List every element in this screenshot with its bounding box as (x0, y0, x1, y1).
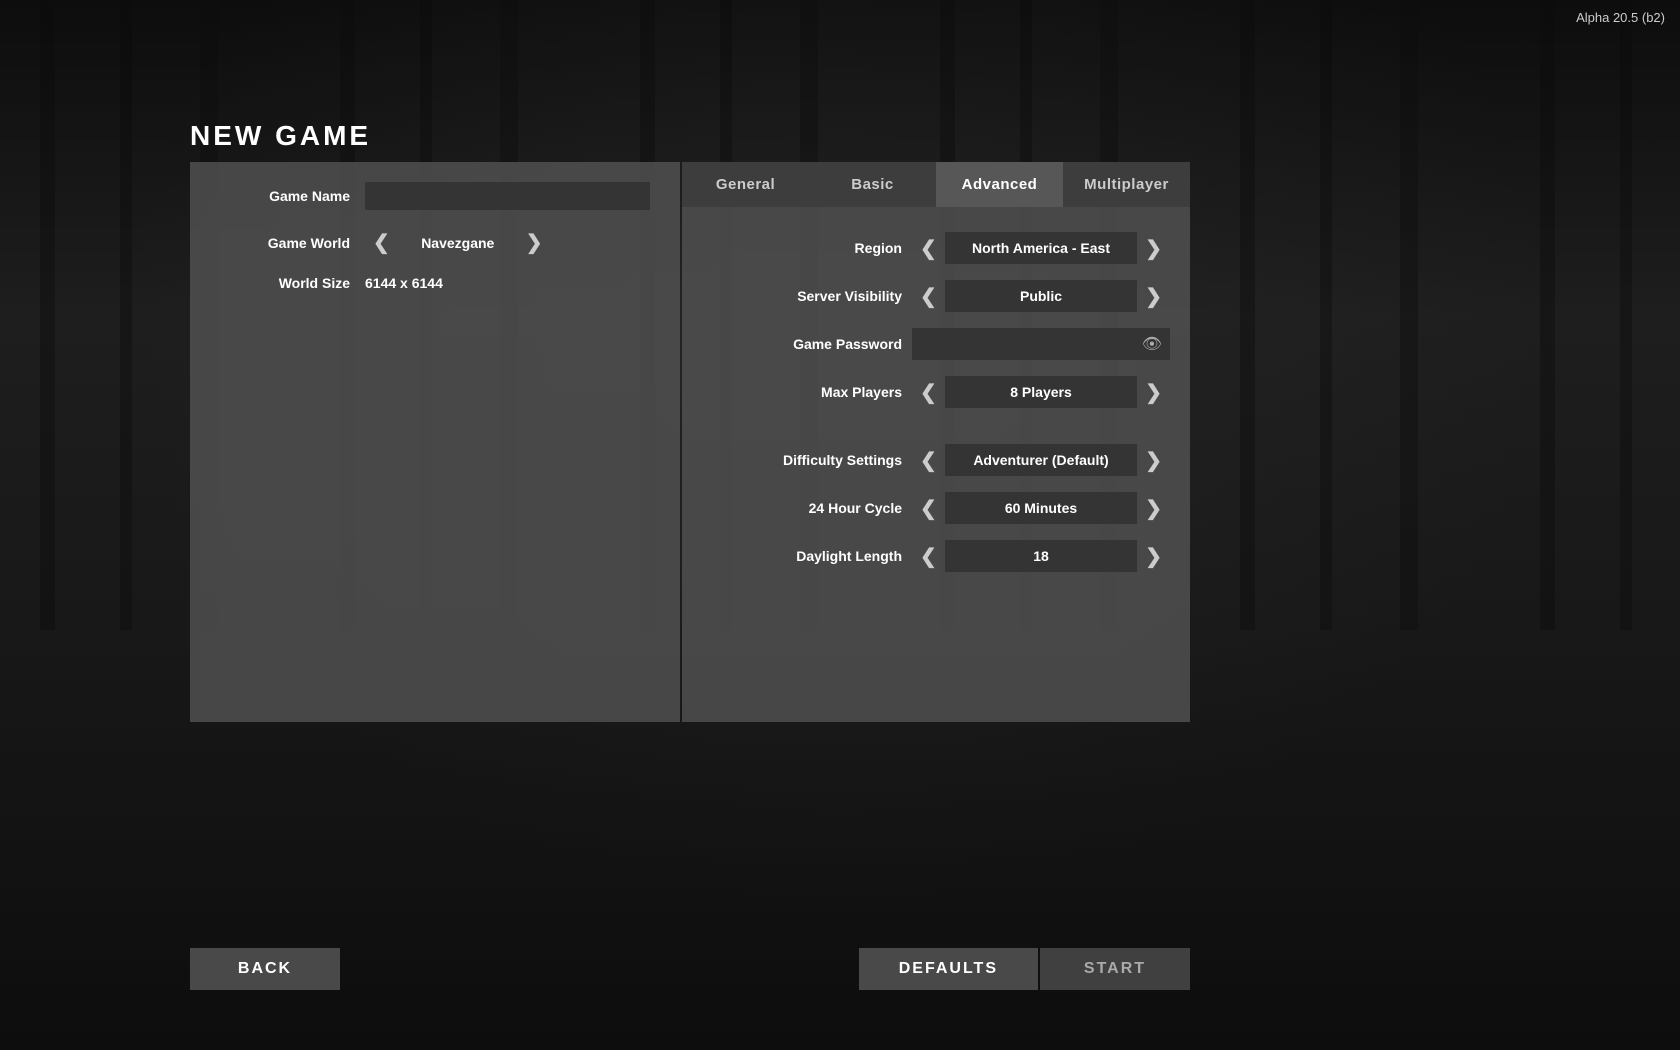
difficulty-settings-value: Adventurer (Default) (945, 444, 1137, 476)
max-players-row: Max Players ❮ 8 Players ❯ (702, 376, 1170, 408)
right-content: Region ❮ North America - East ❯ Server V… (682, 207, 1190, 722)
world-size-row: World Size 6144 x 6144 (220, 275, 650, 291)
version-label: Alpha 20.5 (b2) (1576, 10, 1665, 25)
world-size-value: 6144 x 6144 (365, 275, 443, 291)
server-visibility-row: Server Visibility ❮ Public ❯ (702, 280, 1170, 312)
daylight-length-prev-button[interactable]: ❮ (912, 542, 945, 571)
max-players-value: 8 Players (945, 376, 1137, 408)
start-button[interactable]: START (1040, 948, 1190, 990)
difficulty-settings-row: Difficulty Settings ❮ Adventurer (Defaul… (702, 444, 1170, 476)
daylight-length-row: Daylight Length ❮ 18 ❯ (702, 540, 1170, 572)
region-row: Region ❮ North America - East ❯ (702, 232, 1170, 264)
back-button[interactable]: BACK (190, 948, 340, 990)
server-visibility-label: Server Visibility (702, 288, 902, 304)
daylight-length-value: 18 (945, 540, 1137, 572)
game-world-control: ❮ Navezgane ❯ (365, 228, 551, 257)
game-password-row: Game Password 👁 (702, 328, 1170, 360)
content-area: Game Name Game World ❮ Navezgane ❯ World… (190, 162, 1190, 722)
hour-cycle-label: 24 Hour Cycle (702, 500, 902, 516)
game-password-control: 👁 (912, 328, 1170, 360)
left-panel: Game Name Game World ❮ Navezgane ❯ World… (190, 162, 680, 722)
tab-advanced[interactable]: Advanced (936, 162, 1063, 207)
game-name-label: Game Name (220, 188, 350, 204)
tab-general[interactable]: General (682, 162, 809, 207)
max-players-control: ❮ 8 Players ❯ (912, 376, 1170, 408)
difficulty-next-button[interactable]: ❯ (1137, 446, 1170, 475)
max-players-next-button[interactable]: ❯ (1137, 378, 1170, 407)
max-players-prev-button[interactable]: ❮ (912, 378, 945, 407)
hour-cycle-control: ❮ 60 Minutes ❯ (912, 492, 1170, 524)
region-label: Region (702, 240, 902, 256)
difficulty-settings-control: ❮ Adventurer (Default) ❯ (912, 444, 1170, 476)
region-prev-button[interactable]: ❮ (912, 234, 945, 263)
max-players-label: Max Players (702, 384, 902, 400)
game-world-row: Game World ❮ Navezgane ❯ (220, 228, 650, 257)
game-world-next-button[interactable]: ❯ (518, 228, 551, 257)
region-control: ❮ North America - East ❯ (912, 232, 1170, 264)
hour-cycle-prev-button[interactable]: ❮ (912, 494, 945, 523)
tab-basic[interactable]: Basic (809, 162, 936, 207)
tab-multiplayer[interactable]: Multiplayer (1063, 162, 1190, 207)
server-visibility-next-button[interactable]: ❯ (1137, 282, 1170, 311)
region-value: North America - East (945, 232, 1137, 264)
right-buttons: DEFAULTS START (859, 948, 1190, 990)
difficulty-settings-label: Difficulty Settings (702, 452, 902, 468)
server-visibility-control: ❮ Public ❯ (912, 280, 1170, 312)
page-title: NEW GAME (190, 120, 1190, 152)
server-visibility-prev-button[interactable]: ❮ (912, 282, 945, 311)
main-container: NEW GAME Game Name Game World ❮ Navezgan… (190, 120, 1190, 722)
hour-cycle-value: 60 Minutes (945, 492, 1137, 524)
game-password-label: Game Password (702, 336, 902, 352)
bottom-bar: BACK DEFAULTS START (190, 948, 1190, 990)
game-name-input[interactable] (365, 182, 650, 210)
world-size-label: World Size (220, 275, 350, 291)
game-world-label: Game World (220, 235, 350, 251)
game-password-input[interactable] (920, 336, 1142, 352)
hour-cycle-row: 24 Hour Cycle ❮ 60 Minutes ❯ (702, 492, 1170, 524)
server-visibility-value: Public (945, 280, 1137, 312)
eye-icon[interactable]: 👁 (1142, 334, 1162, 354)
defaults-button[interactable]: DEFAULTS (859, 948, 1038, 990)
right-panel: General Basic Advanced Multiplayer Regio… (682, 162, 1190, 722)
separator (702, 424, 1170, 444)
game-world-value: Navezgane (398, 235, 518, 251)
password-field: 👁 (912, 328, 1170, 360)
game-world-prev-button[interactable]: ❮ (365, 228, 398, 257)
daylight-length-control: ❮ 18 ❯ (912, 540, 1170, 572)
tabs-bar: General Basic Advanced Multiplayer (682, 162, 1190, 207)
hour-cycle-next-button[interactable]: ❯ (1137, 494, 1170, 523)
region-next-button[interactable]: ❯ (1137, 234, 1170, 263)
difficulty-prev-button[interactable]: ❮ (912, 446, 945, 475)
daylight-length-next-button[interactable]: ❯ (1137, 542, 1170, 571)
game-name-row: Game Name (220, 182, 650, 210)
daylight-length-label: Daylight Length (702, 548, 902, 564)
